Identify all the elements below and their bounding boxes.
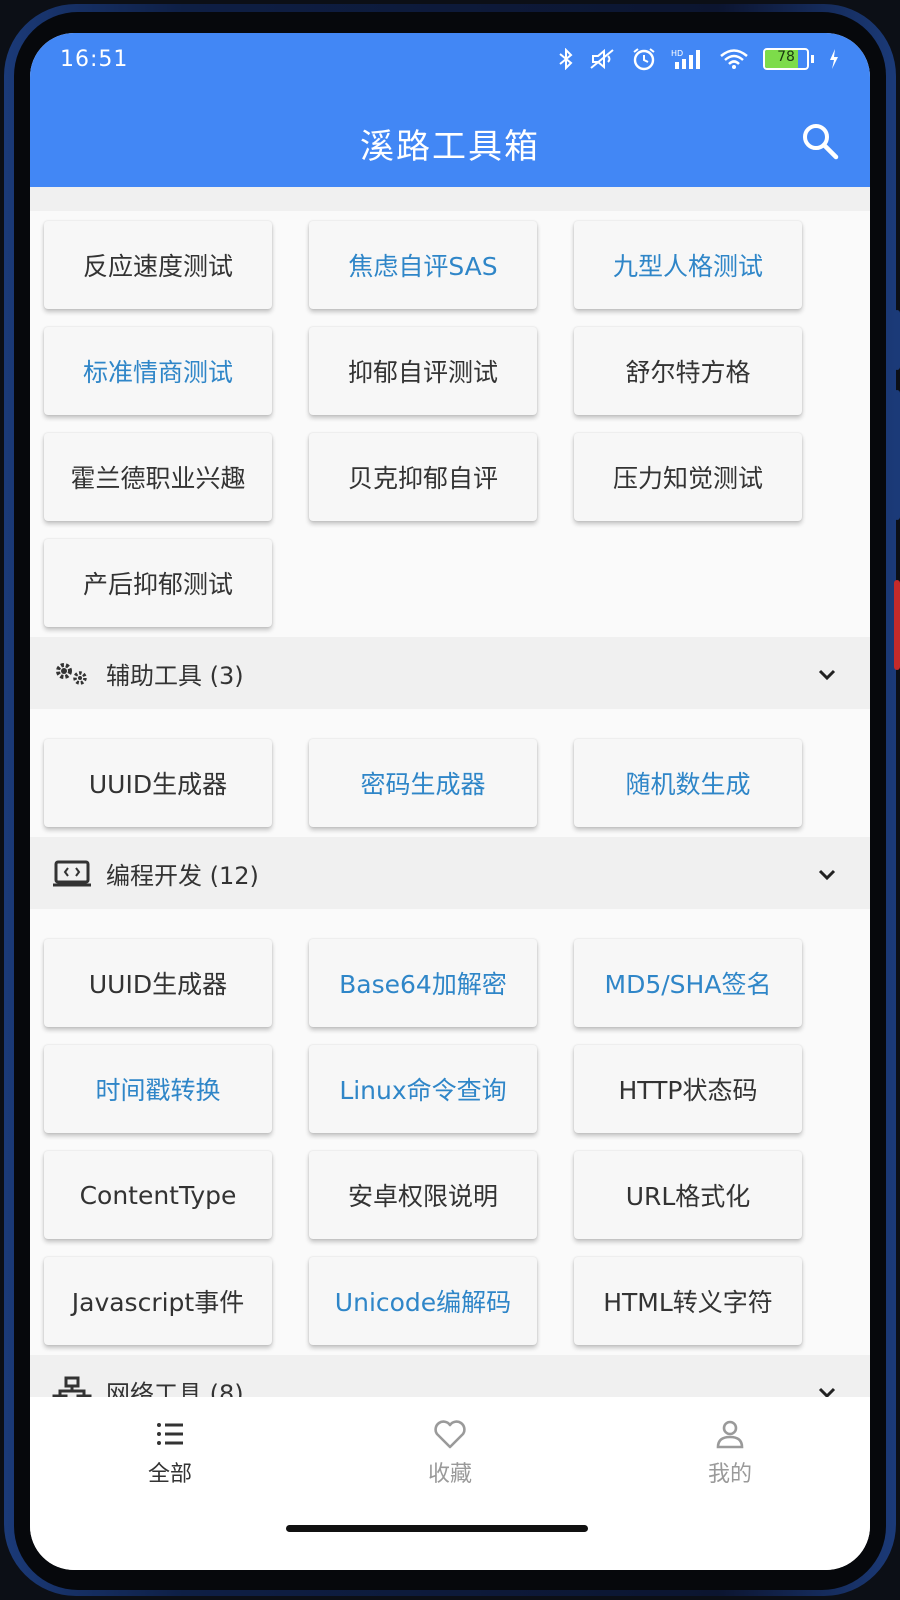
tool-grid-dev: UUID生成器 Base64加解密 MD5/SHA签名时间戳转换 Linux命令查询 H…: [30, 909, 870, 1355]
nav-item-favorites[interactable]: 收藏: [310, 1397, 590, 1507]
gesture-area: [30, 1507, 870, 1570]
heart-icon: [434, 1420, 466, 1449]
tool-list[interactable]: 反应速度测试 焦虑自评SAS 九型人格测试标准情商测试 抑郁自评测试 舒尔特方格霍兰德职…: [30, 187, 870, 1397]
tool-button[interactable]: 产后抑郁测试: [44, 539, 272, 627]
code-icon: [52, 858, 92, 888]
tool-button[interactable]: 随机数生成: [574, 739, 802, 827]
section-title-net: 网络工具 (8): [106, 1379, 244, 1398]
tool-grid-aux: UUID生成器 密码生成器 随机数生成: [30, 709, 870, 837]
tool-button[interactable]: HTML转义字符: [574, 1257, 802, 1345]
tool-button[interactable]: Javascript事件: [44, 1257, 272, 1345]
nav-item-all[interactable]: 全部: [30, 1397, 310, 1507]
network-icon: [52, 1376, 92, 1397]
screen: 16:51 HD 78 溪路工具箱 反应速度测试 焦虑自评SAS 九型人格测试 …: [30, 33, 870, 1570]
section-title-dev: 编程开发 (12): [106, 861, 259, 890]
nav-item-mine[interactable]: 我的: [590, 1397, 870, 1507]
tool-button[interactable]: 贝克抑郁自评: [309, 433, 537, 521]
tool-button[interactable]: UUID生成器: [44, 739, 272, 827]
tool-button[interactable]: 霍兰德职业兴趣: [44, 433, 272, 521]
tool-button[interactable]: 反应速度测试: [44, 221, 272, 309]
home-indicator[interactable]: [286, 1525, 588, 1532]
tool-button[interactable]: 安卓权限说明: [309, 1151, 537, 1239]
tool-button[interactable]: 压力知觉测试: [574, 433, 802, 521]
phone-frame: 16:51 HD 78 溪路工具箱 反应速度测试 焦虑自评SAS 九型人格测试 …: [0, 0, 900, 1600]
nav-label-all: 全部: [147, 1462, 192, 1487]
tool-button[interactable]: 时间戳转换: [44, 1045, 272, 1133]
app-title: 溪路工具箱: [360, 127, 540, 167]
gears-icon: [52, 658, 92, 688]
status-icons: HD 78: [557, 47, 840, 71]
chevron-down-icon[interactable]: [816, 863, 838, 885]
bluetooth-icon: [559, 48, 573, 70]
section-header-aux[interactable]: 辅助工具 (3): [30, 637, 870, 709]
app-bar: 16:51 HD 78 溪路工具箱: [30, 33, 870, 187]
section-header-dev[interactable]: 编程开发 (12): [30, 837, 870, 909]
tool-button[interactable]: 舒尔特方格: [574, 327, 802, 415]
battery-icon: 78: [763, 48, 814, 70]
svg-text:HD: HD: [671, 49, 683, 58]
tool-button[interactable]: 焦虑自评SAS: [309, 221, 537, 309]
wifi-icon: [720, 49, 748, 69]
charging-icon: [830, 49, 838, 69]
tool-button[interactable]: 九型人格测试: [574, 221, 802, 309]
battery-level: 78: [777, 49, 795, 65]
section-header-net[interactable]: 网络工具 (8): [30, 1355, 870, 1397]
person-icon: [716, 1420, 744, 1449]
mute-icon: [590, 48, 614, 70]
list-icon: [157, 1423, 183, 1445]
section-header-partial: [30, 187, 870, 211]
chevron-down-icon[interactable]: [816, 663, 838, 685]
volume-button: [894, 310, 900, 370]
signal-icon: HD: [671, 49, 700, 69]
tool-button[interactable]: Unicode编解码: [309, 1257, 537, 1345]
nav-label-favorites: 收藏: [427, 1462, 472, 1487]
tool-button[interactable]: MD5/SHA签名: [574, 939, 802, 1027]
tool-button[interactable]: 密码生成器: [309, 739, 537, 827]
tool-button[interactable]: UUID生成器: [44, 939, 272, 1027]
section-title-aux: 辅助工具 (3): [106, 661, 244, 690]
tool-button[interactable]: URL格式化: [574, 1151, 802, 1239]
tool-button[interactable]: Base64加解密: [309, 939, 537, 1027]
status-time: 16:51: [60, 47, 129, 72]
tool-button[interactable]: 标准情商测试: [44, 327, 272, 415]
status-bar: 16:51 HD 78: [30, 33, 870, 91]
search-icon[interactable]: [800, 121, 840, 161]
tool-button[interactable]: 抑郁自评测试: [309, 327, 537, 415]
tool-grid-partial: 反应速度测试 焦虑自评SAS 九型人格测试标准情商测试 抑郁自评测试 舒尔特方格霍兰德职…: [30, 211, 870, 637]
power-button: [894, 580, 900, 670]
chevron-down-icon[interactable]: [816, 1381, 838, 1397]
tool-button[interactable]: ContentType: [44, 1151, 272, 1239]
bottom-nav: 全部 收藏 我的: [30, 1397, 870, 1507]
volume-button-long: [894, 390, 900, 520]
tool-button[interactable]: HTTP状态码: [574, 1045, 802, 1133]
nav-label-mine: 我的: [707, 1462, 752, 1487]
tool-button[interactable]: Linux命令查询: [309, 1045, 537, 1133]
alarm-icon: [633, 48, 655, 71]
